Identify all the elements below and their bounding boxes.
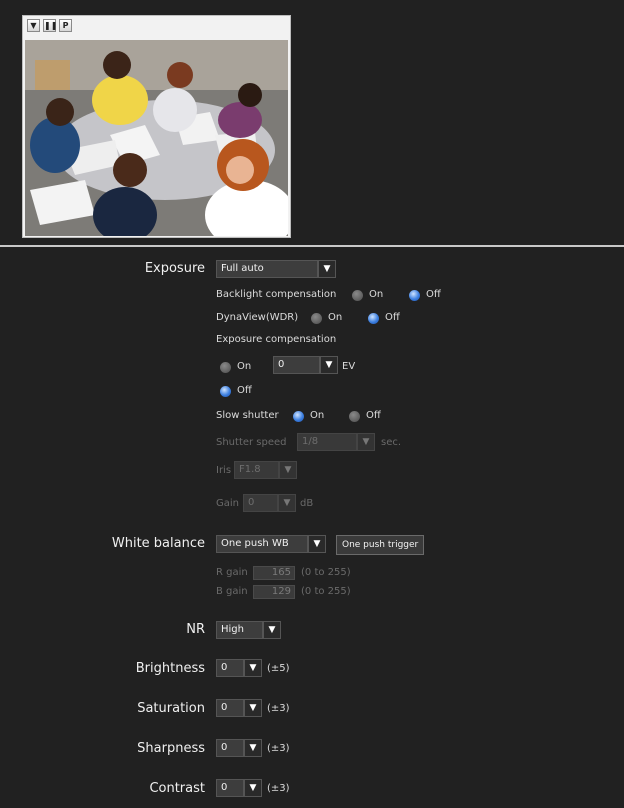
slow-shutter-label: Slow shutter — [216, 410, 279, 421]
nr-select[interactable]: High — [216, 621, 263, 639]
chevron-down-icon[interactable]: ▼ — [279, 461, 297, 479]
shutter-unit: sec. — [381, 437, 402, 448]
saturation-select[interactable]: 0 — [216, 699, 244, 717]
brightness-select[interactable]: 0 — [216, 659, 244, 677]
dynaview-off-label: Off — [385, 312, 400, 323]
exposure-comp-on-radio[interactable] — [220, 362, 231, 373]
chevron-down-icon[interactable]: ▼ — [244, 699, 262, 717]
gain-unit: dB — [300, 498, 314, 509]
saturation-label: Saturation — [137, 701, 205, 716]
sharpness-label: Sharpness — [137, 741, 205, 756]
chevron-down-icon[interactable]: ▼ — [278, 494, 296, 512]
backlight-label: Backlight compensation — [216, 289, 337, 300]
slow-shutter-on-radio[interactable] — [293, 411, 304, 422]
shutter-speed-select[interactable]: 1/8 — [297, 433, 357, 451]
sharpness-range: (±3) — [267, 743, 290, 754]
chevron-down-icon[interactable]: ▼ — [244, 659, 262, 677]
exposure-comp-select[interactable]: 0 — [273, 356, 320, 374]
ev-unit: EV — [342, 361, 356, 372]
saturation-range: (±3) — [267, 703, 290, 714]
chevron-down-icon[interactable]: ▼ — [263, 621, 281, 639]
white-balance-select[interactable]: One push WB — [216, 535, 308, 553]
dynaview-off-radio[interactable] — [368, 313, 379, 324]
menu-dropdown-icon[interactable]: ▼ — [27, 19, 40, 32]
chevron-down-icon[interactable]: ▼ — [244, 779, 262, 797]
exposure-mode-select[interactable]: Full auto — [216, 260, 318, 278]
camera-viewer: ▼ ❚❚ P — [22, 15, 291, 238]
chevron-down-icon[interactable]: ▼ — [308, 535, 326, 553]
chevron-down-icon[interactable]: ▼ — [318, 260, 336, 278]
backlight-off-radio[interactable] — [409, 290, 420, 301]
r-gain-range: (0 to 255) — [301, 567, 351, 578]
b-gain-input[interactable]: 129 — [253, 585, 295, 599]
gain-label: Gain — [216, 498, 239, 509]
chevron-down-icon[interactable]: ▼ — [320, 356, 338, 374]
iris-select[interactable]: F1.8 — [234, 461, 279, 479]
exposure-comp-off-radio[interactable] — [220, 386, 231, 397]
dynaview-on-label: On — [328, 312, 343, 323]
exposure-label: Exposure — [144, 261, 205, 276]
dynaview-on-radio[interactable] — [311, 313, 322, 324]
shutter-speed-label: Shutter speed — [216, 437, 287, 448]
backlight-on-radio[interactable] — [352, 290, 363, 301]
b-gain-label: B gain — [216, 586, 248, 597]
exposure-comp-off-label: Off — [237, 385, 252, 396]
chevron-down-icon[interactable]: ▼ — [357, 433, 375, 451]
divider — [0, 245, 624, 247]
contrast-select[interactable]: 0 — [216, 779, 244, 797]
one-push-trigger-button[interactable]: One push trigger — [336, 535, 425, 555]
preset-button[interactable]: P — [59, 19, 72, 32]
camera-image — [25, 40, 288, 236]
dynaview-label: DynaView(WDR) — [216, 312, 299, 323]
b-gain-range: (0 to 255) — [301, 586, 351, 597]
white-balance-label: White balance — [111, 536, 205, 551]
chevron-down-icon[interactable]: ▼ — [244, 739, 262, 757]
pause-button[interactable]: ❚❚ — [43, 19, 57, 32]
r-gain-label: R gain — [216, 567, 248, 578]
brightness-range: (±5) — [267, 663, 290, 674]
iris-label: Iris — [216, 465, 232, 476]
slow-shutter-off-label: Off — [366, 410, 381, 421]
gain-select[interactable]: 0 — [243, 494, 278, 512]
nr-label: NR — [186, 622, 205, 637]
backlight-off-label: Off — [426, 289, 441, 300]
backlight-on-label: On — [369, 289, 384, 300]
slow-shutter-on-label: On — [310, 410, 325, 421]
contrast-range: (±3) — [267, 783, 290, 794]
exposure-comp-on-label: On — [237, 361, 252, 372]
contrast-label: Contrast — [149, 781, 205, 796]
exposure-comp-label: Exposure compensation — [216, 334, 337, 345]
slow-shutter-off-radio[interactable] — [349, 411, 360, 422]
sharpness-select[interactable]: 0 — [216, 739, 244, 757]
brightness-label: Brightness — [135, 661, 205, 676]
r-gain-input[interactable]: 165 — [253, 566, 295, 580]
